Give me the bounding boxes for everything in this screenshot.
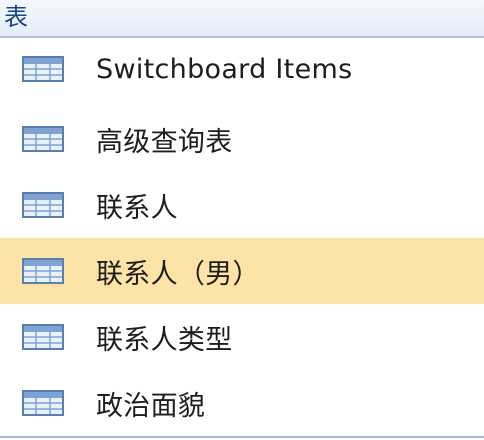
table-icon xyxy=(22,126,64,152)
table-item-label: 高级查询表 xyxy=(96,126,233,158)
table-icon xyxy=(22,324,64,350)
navigation-pane: 表 Switchboard Items 高级查询表 联系人 联系人（男） 联系人… xyxy=(0,0,484,440)
table-list: Switchboard Items 高级查询表 联系人 联系人（男） 联系人类型… xyxy=(0,32,484,436)
table-item-contact-types[interactable]: 联系人类型 xyxy=(0,304,484,370)
table-icon xyxy=(22,56,64,82)
group-title: 表 xyxy=(4,3,28,31)
table-item-label: 联系人类型 xyxy=(96,324,233,356)
table-item-advanced-query[interactable]: 高级查询表 xyxy=(0,106,484,172)
table-item-label: 联系人（男） xyxy=(96,258,260,290)
table-icon xyxy=(22,258,64,284)
table-icon xyxy=(22,390,64,416)
table-item-contacts[interactable]: 联系人 xyxy=(0,172,484,238)
table-item-label: Switchboard Items xyxy=(96,53,353,85)
table-item-label: 联系人 xyxy=(96,192,178,224)
table-icon xyxy=(22,192,64,218)
table-item-switchboard-items[interactable]: Switchboard Items xyxy=(0,32,484,106)
table-item-contacts-male[interactable]: 联系人（男） xyxy=(0,238,484,304)
table-item-political-status[interactable]: 政治面貌 xyxy=(0,370,484,436)
table-item-label: 政治面貌 xyxy=(96,390,206,422)
bottom-divider xyxy=(0,436,484,438)
